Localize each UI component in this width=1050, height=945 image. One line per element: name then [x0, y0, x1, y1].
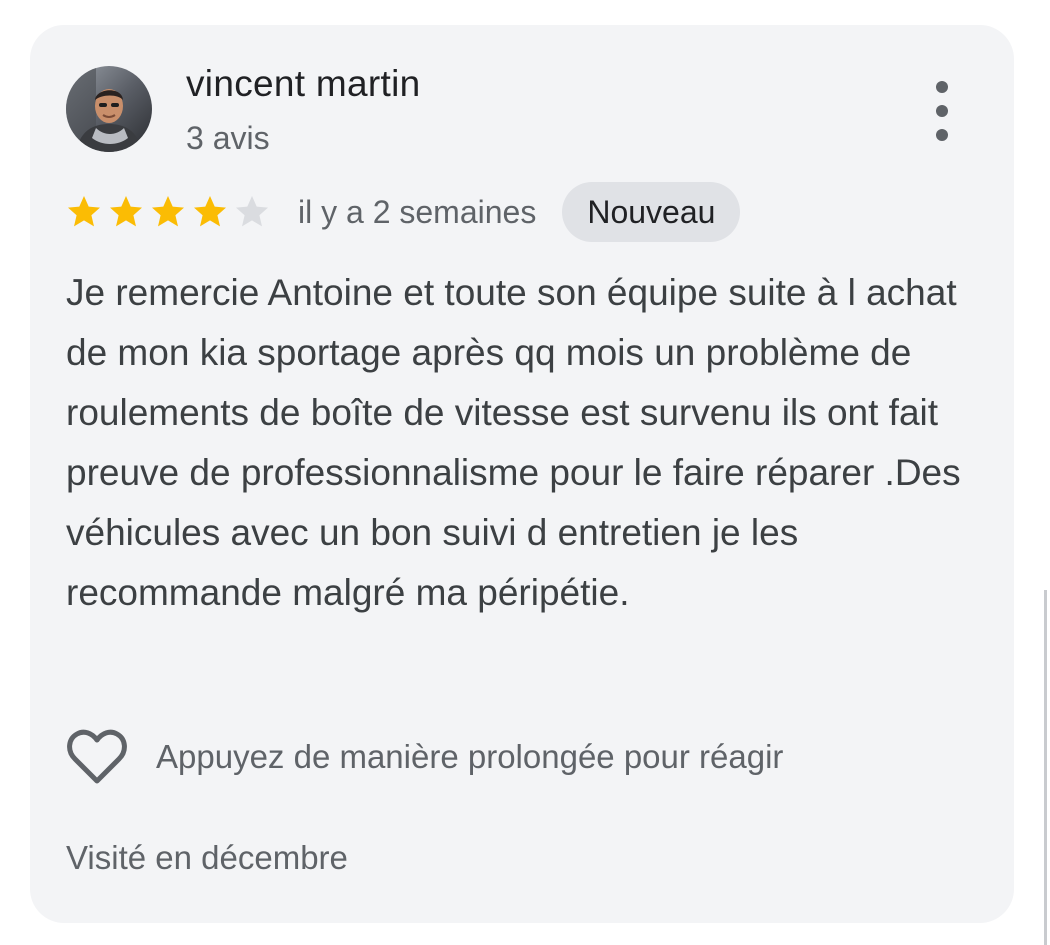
rating-row: il y a 2 semaines Nouveau: [66, 182, 741, 242]
review-card: vincent martin 3 avis il y a 2 semaines …: [30, 25, 1014, 923]
react-button[interactable]: Appuyez de manière prolongée pour réagir: [66, 725, 783, 789]
star-rating: [66, 194, 276, 230]
visited-date: Visité en décembre: [66, 839, 348, 876]
author-name[interactable]: vincent martin: [186, 63, 421, 105]
review-text: Je remercie Antoine et toute son équipe …: [66, 272, 961, 613]
star-filled-icon: [152, 196, 184, 227]
star-filled-icon: [194, 196, 226, 227]
person-photo-icon: [66, 66, 152, 152]
star-filled-icon: [110, 196, 142, 227]
more-vert-icon: [936, 81, 948, 93]
avatar[interactable]: [66, 66, 152, 152]
review-count[interactable]: 3 avis: [186, 120, 270, 157]
star-filled-icon: [68, 196, 100, 227]
react-label: Appuyez de manière prolongée pour réagir: [156, 738, 784, 775]
heart-outline-icon[interactable]: [66, 728, 128, 786]
more-options-button[interactable]: [922, 81, 962, 141]
star-empty-icon: [236, 196, 268, 227]
scrollbar-edge: [1044, 590, 1047, 945]
review-date: il y a 2 semaines: [298, 193, 537, 230]
new-badge: Nouveau: [562, 182, 741, 242]
